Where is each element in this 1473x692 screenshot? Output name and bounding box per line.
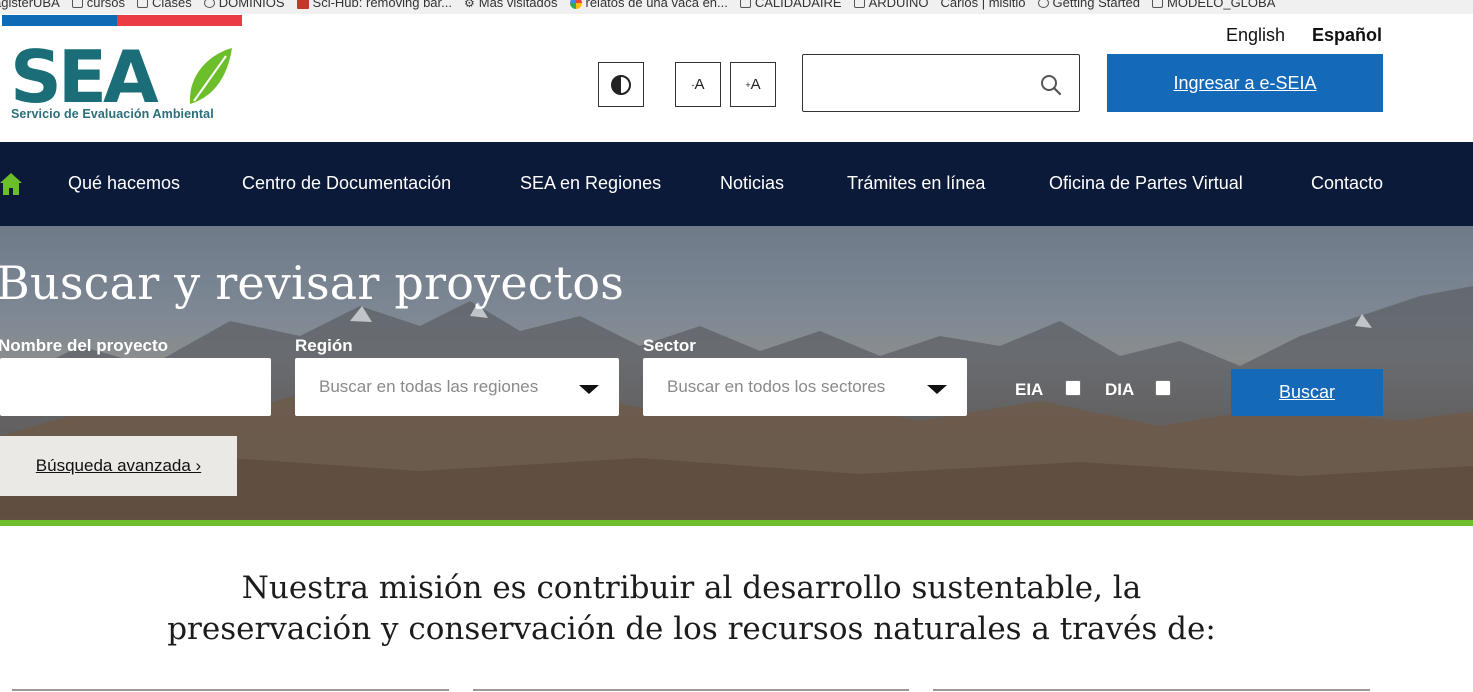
bookmark-label: DOMINIOS xyxy=(218,0,285,10)
bookmark-item[interactable]: relatos de una vaca en... xyxy=(569,0,728,10)
nav-item-que-hacemos[interactable]: Qué hacemos xyxy=(68,173,180,194)
mission-statement: Nuestra misión es contribuir al desarrol… xyxy=(0,568,1383,650)
bookmark-item[interactable]: agisterUBA xyxy=(0,0,60,10)
font-increase-label: A xyxy=(750,76,761,93)
nav-item-centro-documentacion[interactable]: Centro de Documentación xyxy=(242,173,451,194)
bookmark-item[interactable]: Clases xyxy=(137,0,192,10)
site-search-input[interactable] xyxy=(811,63,1031,103)
mission-line-1: Nuestra misión es contribuir al desarrol… xyxy=(241,570,1142,606)
folder-icon xyxy=(1152,0,1163,8)
project-name-input[interactable] xyxy=(10,366,260,406)
dia-checkbox[interactable] xyxy=(1155,380,1171,396)
flag-bar xyxy=(2,15,242,26)
bookmark-label: Clases xyxy=(152,0,192,10)
region-label: Región xyxy=(295,336,353,355)
dia-label: DIA xyxy=(1105,380,1135,399)
globe-icon xyxy=(203,0,215,8)
search-projects-button[interactable]: Buscar xyxy=(1231,369,1383,416)
folder-icon xyxy=(853,0,865,8)
card-divider xyxy=(933,689,1370,691)
bookmark-item[interactable]: MODELO_GLOBA xyxy=(1152,0,1275,10)
nav-item-oficina-partes[interactable]: Oficina de Partes Virtual xyxy=(1049,173,1243,194)
bookmark-label: CALIDADAIRE xyxy=(754,0,842,10)
nav-item-contacto[interactable]: Contacto xyxy=(1311,173,1383,194)
bookmark-item[interactable]: ARDUINO xyxy=(853,0,929,10)
mission-line-2: preservación y conservación de los recur… xyxy=(167,611,1216,647)
lang-spanish-link[interactable]: Español xyxy=(1312,25,1382,46)
chevron-down-icon xyxy=(927,385,947,394)
sector-select[interactable]: Buscar en todos los sectores xyxy=(643,358,967,416)
sea-logo-mark: SEA xyxy=(10,44,232,106)
nav-item-noticias[interactable]: Noticias xyxy=(720,173,784,194)
card-divider xyxy=(473,689,909,691)
bookmark-item[interactable]: Carlos | misitio xyxy=(941,0,1026,10)
folder-icon xyxy=(137,0,149,8)
advanced-search-link[interactable]: Búsqueda avanzada › xyxy=(0,436,237,496)
lang-english-link[interactable]: English xyxy=(1226,25,1285,46)
contrast-button[interactable] xyxy=(598,62,644,107)
bookmark-item[interactable]: Sci-Hub: removing bar... xyxy=(296,0,452,10)
sector-label: Sector xyxy=(643,336,696,355)
eia-checkbox[interactable] xyxy=(1065,380,1081,396)
bookmark-label: cursos xyxy=(86,0,126,10)
sector-select-value: Buscar en todos los sectores xyxy=(667,377,886,396)
hero-title: Buscar y revisar proyectos xyxy=(0,256,625,310)
nav-item-tramites[interactable]: Trámites en línea xyxy=(847,173,985,194)
bookmark-label: ARDUINO xyxy=(868,0,929,10)
chevron-down-icon xyxy=(579,385,599,394)
bookmark-label: relatos de una vaca en... xyxy=(585,0,728,10)
bookmarks-bar: agisterUBA cursos Clases DOMINIOS Sci-Hub: r… xyxy=(0,0,1473,14)
card-divider xyxy=(12,689,449,691)
font-decrease-label: A xyxy=(694,76,705,93)
region-select-value: Buscar en todas las regiones xyxy=(319,377,539,396)
region-select[interactable]: Buscar en todas las regiones xyxy=(295,358,619,416)
bookmark-item[interactable]: DOMINIOS xyxy=(203,0,285,10)
eia-label: EIA xyxy=(1015,380,1044,399)
font-decrease-button[interactable]: -A xyxy=(675,62,721,107)
bookmark-label: Getting Started xyxy=(1052,0,1140,10)
globe-icon xyxy=(1037,0,1049,8)
google-icon xyxy=(569,0,582,9)
nav-item-sea-regiones[interactable]: SEA en Regiones xyxy=(520,173,661,194)
hero-accent-line xyxy=(0,520,1473,526)
bookmark-item[interactable]: Getting Started xyxy=(1037,0,1140,10)
sea-logo[interactable]: SEA Servicio de Evaluación Ambiental xyxy=(10,44,236,126)
folder-icon xyxy=(71,0,83,8)
bookmark-label: agisterUBA xyxy=(0,0,60,10)
home-icon[interactable] xyxy=(0,172,22,196)
pdf-icon xyxy=(296,0,309,9)
site-search xyxy=(802,54,1080,112)
contrast-icon xyxy=(611,74,631,95)
bookmark-label: Más visitados xyxy=(478,0,558,10)
search-icon[interactable] xyxy=(1039,73,1063,97)
project-name-label: Nombre del proyecto xyxy=(0,336,169,355)
bookmark-label: Sci-Hub: removing bar... xyxy=(312,0,452,10)
sea-logo-letters: SEA xyxy=(10,44,159,106)
project-name-field xyxy=(0,358,271,416)
logo-subtitle: Servicio de Evaluación Ambiental xyxy=(11,107,214,121)
bookmarks-row: agisterUBA cursos Clases DOMINIOS Sci-Hub: r… xyxy=(0,0,1275,10)
bookmark-item[interactable]: CALIDADAIRE xyxy=(739,0,842,10)
eseia-login-button[interactable]: Ingresar a e-SEIA xyxy=(1107,54,1383,112)
bookmark-item[interactable]: ⚙ Más visitados xyxy=(464,0,558,10)
bookmark-label: Carlos | misitio xyxy=(940,0,1026,10)
font-increase-button[interactable]: + A xyxy=(730,62,776,107)
bookmark-item[interactable]: cursos xyxy=(71,0,126,10)
folder-icon xyxy=(739,0,751,8)
gear-icon: ⚙ xyxy=(463,0,475,10)
bookmark-label: MODELO_GLOBA xyxy=(1167,0,1276,10)
